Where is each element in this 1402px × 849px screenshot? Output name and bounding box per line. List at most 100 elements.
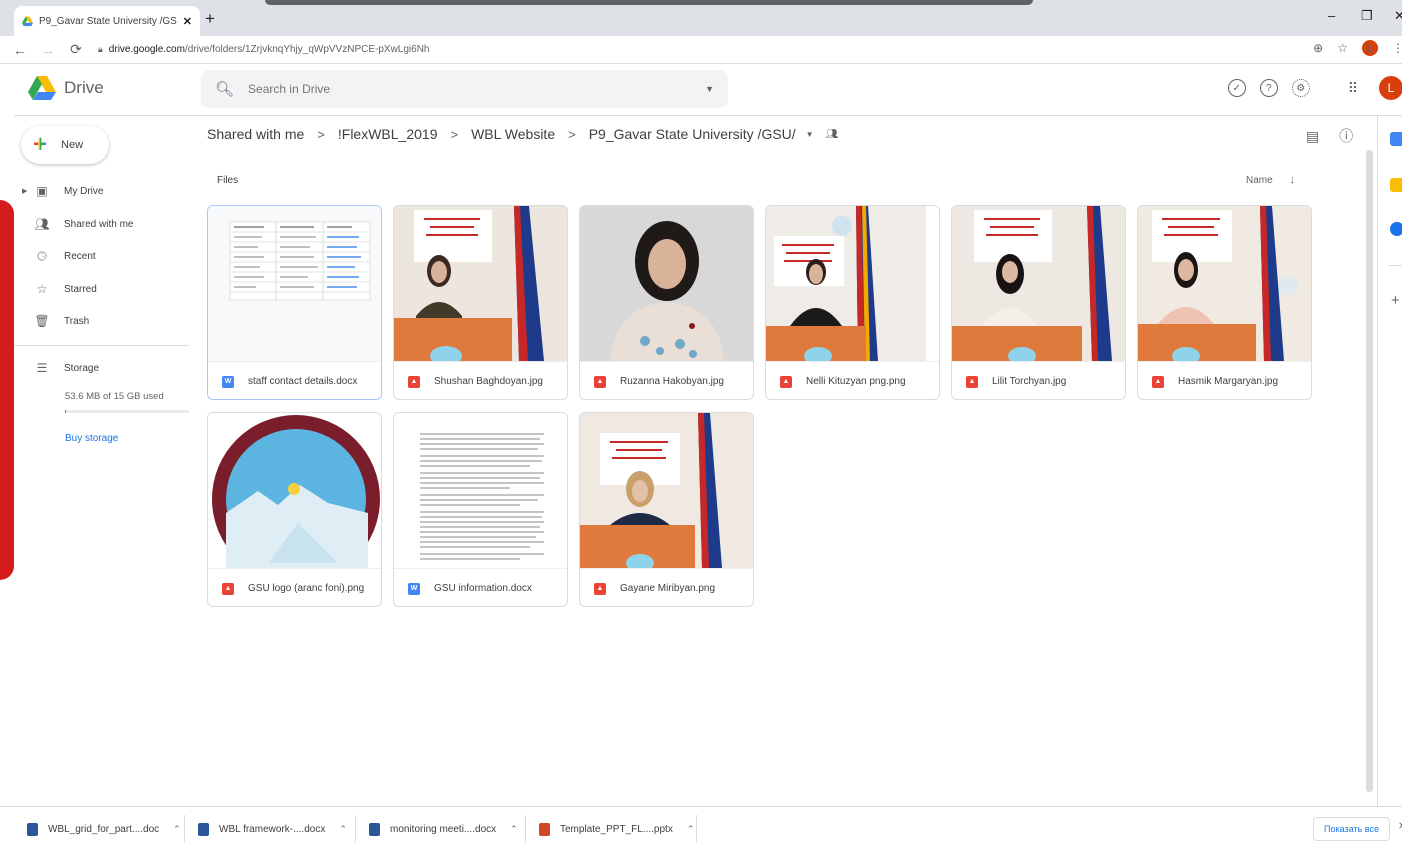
file-name: GSU logo (aranc foni).png xyxy=(248,583,365,594)
document-thumbnail xyxy=(394,413,567,568)
my-drive-icon: ▣ xyxy=(36,184,48,198)
search-input[interactable] xyxy=(248,82,706,96)
sidebar-item-label: Recent xyxy=(64,250,96,262)
sort-direction-arrow-icon[interactable]: ↓ xyxy=(1289,174,1295,186)
file-card[interactable]: ▲ Hasmik Margaryan.jpg xyxy=(1137,205,1312,400)
file-card[interactable]: W GSU information.docx xyxy=(393,412,568,607)
download-separator xyxy=(525,815,526,843)
browser-menu-icon[interactable]: ⋮ xyxy=(1392,41,1402,55)
sidebar-item-label: Shared with me xyxy=(64,218,134,230)
main-scrollbar[interactable] xyxy=(1366,150,1373,792)
image-thumbnail xyxy=(394,206,567,361)
file-card[interactable]: ▲ Gayane Miribyan.png xyxy=(579,412,754,607)
image-file-icon: ▲ xyxy=(1152,375,1164,388)
sidebar-item-starred[interactable]: ☆ Starred xyxy=(14,277,194,301)
download-item[interactable]: WBL framework-....docx ⌃ xyxy=(198,819,347,839)
tab-close-icon[interactable]: ✕ xyxy=(183,15,192,28)
tab-title: P9_Gavar State University /GSU/ xyxy=(39,15,177,27)
buy-storage-link[interactable]: Buy storage xyxy=(65,433,118,444)
search-icon[interactable]: 🔍︎ xyxy=(215,80,234,98)
details-info-icon[interactable]: ⓘ xyxy=(1339,126,1353,146)
maximize-button[interactable]: ❐ xyxy=(1361,8,1373,24)
close-downloads-icon[interactable]: ✕ xyxy=(1398,821,1402,832)
image-thumbnail xyxy=(580,413,753,568)
file-card[interactable]: ▲ GSU logo (aranc foni).png xyxy=(207,412,382,607)
back-icon[interactable]: ← xyxy=(12,42,28,58)
sidebar-item-shared-with-me[interactable]: 👥︎ Shared with me xyxy=(14,212,194,236)
download-separator xyxy=(184,815,185,843)
file-name: Lilit Torchyan.jpg xyxy=(992,376,1067,387)
google-apps-icon[interactable]: ⠿ xyxy=(1348,80,1358,97)
settings-gear-icon[interactable]: ⚙ xyxy=(1291,79,1310,97)
sort-control[interactable]: Name ↓ xyxy=(1246,174,1295,186)
keep-icon[interactable] xyxy=(1390,178,1402,192)
download-item[interactable]: Template_PPT_FL....pptx ⌃ xyxy=(539,819,694,839)
file-card[interactable]: ▲ Nelli Kituzyan png.png xyxy=(765,205,940,400)
file-card-footer: ▲ Gayane Miribyan.png xyxy=(580,568,753,606)
download-separator xyxy=(696,815,697,843)
offline-status-icon[interactable]: ✓ xyxy=(1227,79,1246,97)
add-addon-plus-icon[interactable]: + xyxy=(1391,292,1400,309)
new-button-label: New xyxy=(61,139,84,151)
folder-menu-dropdown-icon[interactable]: ▼ xyxy=(806,130,814,139)
word-doc-icon: W xyxy=(408,582,420,595)
profile-avatar[interactable]: L xyxy=(1362,40,1378,56)
extension-icon[interactable]: ⊕ xyxy=(1313,41,1323,55)
window-close-button[interactable]: ✕ xyxy=(1394,8,1402,24)
browser-tab-strip: P9_Gavar State University /GSU/ ✕ + – ❐ … xyxy=(0,0,1402,36)
url-path: /drive/folders/1ZrjvknqYhjy_qWpVVzNPCE-p… xyxy=(184,44,430,55)
file-card[interactable]: W staff contact details.docx xyxy=(207,205,382,400)
file-card-footer: W staff contact details.docx xyxy=(208,361,381,399)
sidebar-item-my-drive[interactable]: ▶ ▣ My Drive xyxy=(14,179,194,203)
breadcrumb-item[interactable]: WBL Website xyxy=(471,126,555,142)
sidebar-item-trash[interactable]: 🗑︎ Trash xyxy=(14,309,194,333)
tasks-icon[interactable] xyxy=(1390,222,1402,236)
sidebar-item-recent[interactable]: 🕓︎ Recent xyxy=(14,244,194,268)
expand-caret-icon[interactable]: ▶ xyxy=(22,187,32,195)
breadcrumb-item[interactable]: !FlexWBL_2019 xyxy=(338,126,438,142)
show-all-downloads-button[interactable]: Показать все xyxy=(1313,817,1390,841)
storage-usage-fill xyxy=(65,410,67,413)
download-item[interactable]: WBL_grid_for_part....doc ⌃ xyxy=(27,819,181,839)
file-card[interactable]: ▲ Ruzanna Hakobyan.jpg xyxy=(579,205,754,400)
drive-app-name: Drive xyxy=(64,78,104,97)
bookmark-star-icon[interactable]: ☆ xyxy=(1337,41,1348,55)
calendar-icon[interactable] xyxy=(1390,132,1402,146)
new-button[interactable]: + New xyxy=(21,126,109,164)
image-thumbnail xyxy=(766,206,939,361)
file-name: staff contact details.docx xyxy=(248,376,358,387)
chevron-up-icon[interactable]: ⌃ xyxy=(687,824,695,835)
file-name: Nelli Kituzyan png.png xyxy=(806,376,906,387)
file-card-footer: ▲ Ruzanna Hakobyan.jpg xyxy=(580,361,753,399)
reload-icon[interactable]: ⟳ xyxy=(68,41,84,58)
new-tab-button[interactable]: + xyxy=(205,9,215,29)
chevron-up-icon[interactable]: ⌃ xyxy=(510,824,518,835)
image-file-icon: ▲ xyxy=(780,375,792,388)
download-file-name: Template_PPT_FL....pptx xyxy=(560,823,673,835)
help-icon[interactable]: ? xyxy=(1259,79,1278,97)
file-name: GSU information.docx xyxy=(434,583,532,594)
breadcrumb-current[interactable]: P9_Gavar State University /GSU/ xyxy=(589,126,796,142)
breadcrumb-item[interactable]: Shared with me xyxy=(207,126,304,142)
browser-tab[interactable]: P9_Gavar State University /GSU/ ✕ xyxy=(14,6,200,36)
chevron-up-icon[interactable]: ⌃ xyxy=(173,824,181,835)
storage-icon: ☰ xyxy=(36,361,48,375)
search-box[interactable]: 🔍︎ ▼ xyxy=(201,70,728,108)
sidebar-item-storage[interactable]: ☰ Storage xyxy=(14,356,194,380)
file-card[interactable]: ▲ Lilit Torchyan.jpg xyxy=(951,205,1126,400)
sort-label: Name xyxy=(1246,175,1273,186)
download-item[interactable]: monitoring meeti....docx ⌃ xyxy=(369,819,518,839)
shared-folder-icon: 👥︎ xyxy=(825,128,839,140)
minimize-button[interactable]: – xyxy=(1328,8,1335,23)
url-field[interactable]: 🔒︎ drive.google.com /drive/folders/1Zrjv… xyxy=(98,44,430,55)
search-options-dropdown-icon[interactable]: ▼ xyxy=(705,84,714,94)
account-avatar[interactable]: L xyxy=(1379,76,1402,100)
forward-icon[interactable]: → xyxy=(40,42,56,58)
list-view-icon[interactable]: ▤ xyxy=(1306,128,1319,145)
word-doc-icon: W xyxy=(222,375,234,388)
image-file-icon: ▲ xyxy=(408,375,420,388)
file-card[interactable]: ▲ Shushan Baghdoyan.jpg xyxy=(393,205,568,400)
file-card-footer: ▲ Hasmik Margaryan.jpg xyxy=(1138,361,1311,399)
drive-logo[interactable]: Drive xyxy=(28,76,104,100)
chevron-up-icon[interactable]: ⌃ xyxy=(339,824,347,835)
